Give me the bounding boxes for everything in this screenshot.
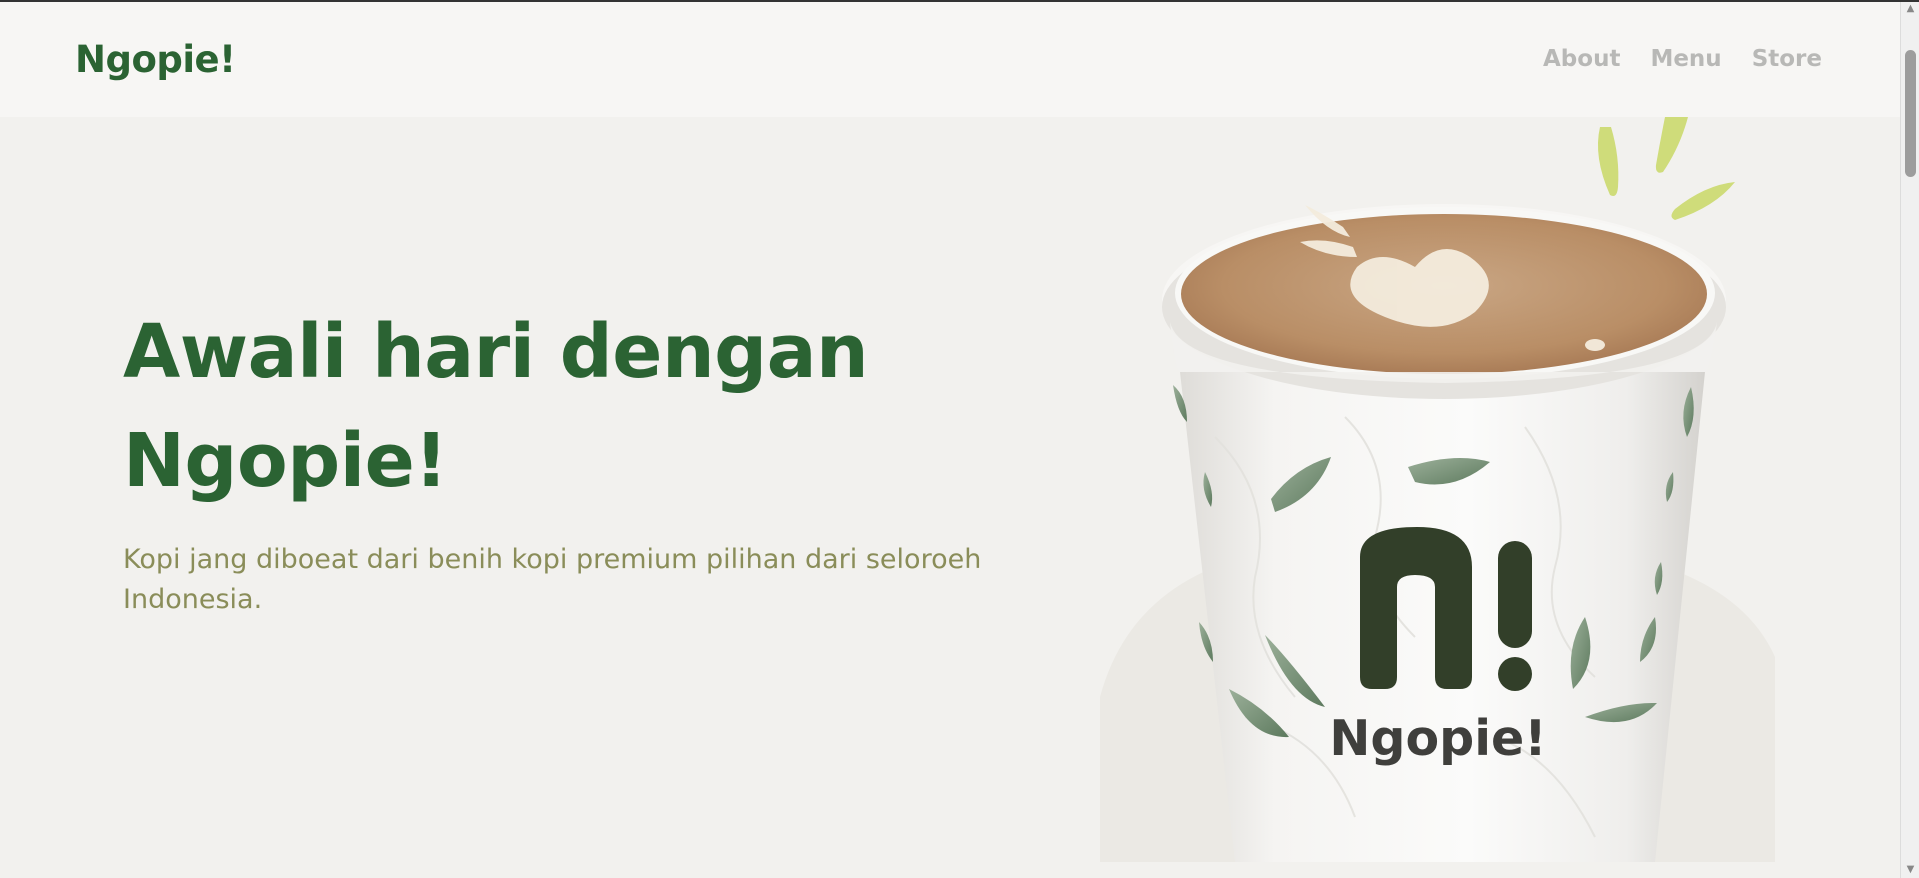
hero-subtitle: Kopi jang diboeat dari benih kopi premiu… (123, 544, 982, 615)
hero-title-line2: Ngopie! (123, 418, 448, 504)
nav-links: About Menu Store (1543, 46, 1822, 72)
window-top-border (0, 0, 1919, 2)
coffee-cup-image: Ngopie! (1100, 117, 1775, 862)
cup-brand-text: Ngopie! (1329, 710, 1546, 767)
sparkle-accent-icon (1597, 117, 1740, 220)
page-viewport: Ngopie! About Menu Store Awali hari deng… (0, 0, 1900, 878)
nav-link-about[interactable]: About (1543, 46, 1620, 72)
hero-title-line1: Awali hari dengan (123, 309, 869, 395)
scroll-up-arrow-icon[interactable]: ▲ (1901, 0, 1919, 17)
hero-title: Awali hari dengan Ngopie! (123, 298, 1023, 516)
nav-link-store[interactable]: Store (1752, 46, 1822, 72)
scrollbar-thumb[interactable] (1905, 50, 1916, 177)
navbar: Ngopie! About Menu Store (0, 2, 1900, 117)
scroll-down-arrow-icon[interactable]: ▼ (1901, 861, 1919, 878)
cup-logo-icon (1360, 527, 1532, 691)
vertical-scrollbar[interactable]: ▲ ▼ (1900, 0, 1919, 878)
brand-logo[interactable]: Ngopie! (75, 38, 236, 81)
nav-link-menu[interactable]: Menu (1650, 46, 1721, 72)
